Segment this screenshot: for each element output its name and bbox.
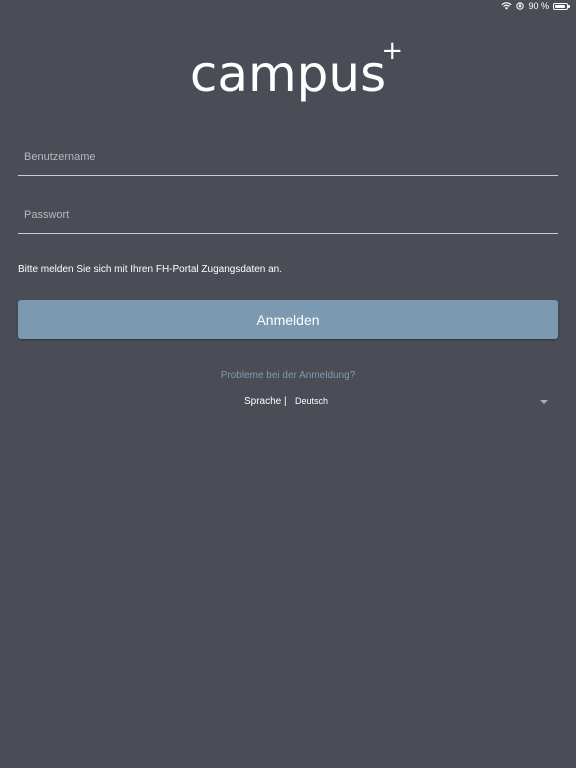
password-input[interactable] bbox=[18, 196, 558, 233]
login-button[interactable]: Anmelden bbox=[18, 300, 558, 339]
app-logo: campus + bbox=[0, 38, 576, 103]
language-select[interactable]: Deutsch bbox=[295, 395, 554, 409]
chevron-down-icon bbox=[540, 400, 548, 404]
battery-level bbox=[555, 4, 565, 8]
username-field bbox=[18, 138, 558, 176]
status-bar: 90 % bbox=[0, 0, 576, 14]
language-selector-row: Sprache | Deutsch bbox=[244, 395, 554, 409]
language-label: Sprache | bbox=[244, 396, 287, 407]
orientation-lock-icon bbox=[516, 2, 525, 10]
password-field bbox=[18, 196, 558, 234]
battery-icon bbox=[553, 2, 570, 10]
login-problems-link[interactable]: Probleme bei der Anmeldung? bbox=[0, 370, 576, 381]
logo-text: campus bbox=[189, 45, 387, 103]
status-indicators: 90 % bbox=[501, 1, 570, 11]
battery-percent: 90 % bbox=[528, 1, 549, 11]
username-input[interactable] bbox=[18, 138, 558, 175]
login-hint: Bitte melden Sie sich mit Ihren FH-Porta… bbox=[18, 264, 283, 275]
language-selected-value: Deutsch bbox=[295, 396, 329, 406]
logo-wordmark: campus + bbox=[189, 38, 403, 103]
logo-plus: + bbox=[381, 36, 404, 66]
wifi-icon bbox=[501, 2, 513, 10]
